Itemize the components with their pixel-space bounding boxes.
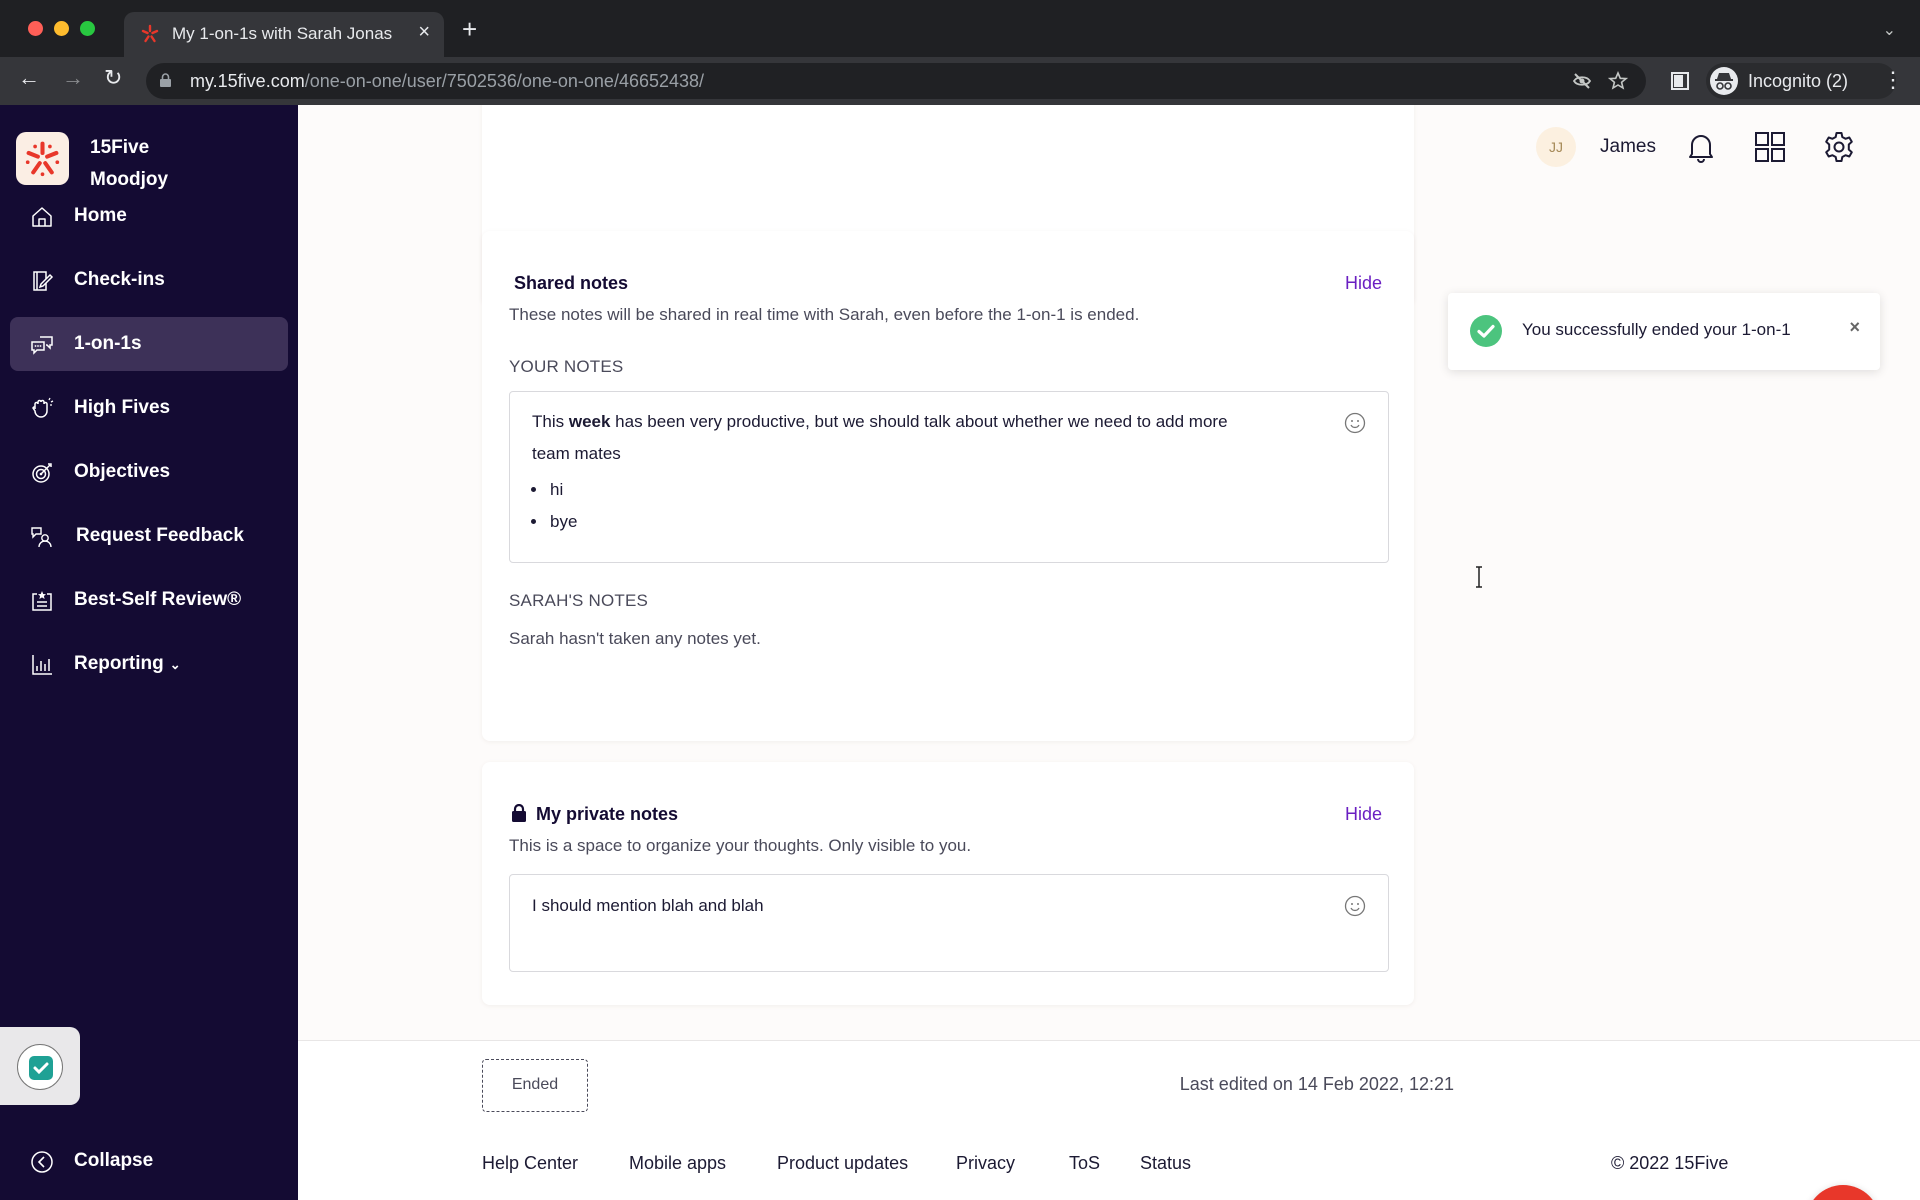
- tab-title: My 1-on-1s with Sarah Jonas: [172, 24, 393, 43]
- emoji-picker-icon[interactable]: [1344, 895, 1366, 917]
- chat-support-button[interactable]: [1806, 1185, 1880, 1200]
- lock-icon: [512, 804, 526, 822]
- shared-notes-title: Shared notes: [514, 273, 629, 293]
- footer-link-mobile-apps[interactable]: Mobile apps: [629, 1153, 726, 1174]
- settings-gear-icon[interactable]: [1822, 130, 1856, 164]
- window-maximize-button[interactable]: [80, 21, 95, 36]
- high-five-hand-icon: [32, 397, 54, 418]
- browser-toolbar: ← → ↻ my.15five.com/one-on-one/user/7502…: [0, 57, 1920, 105]
- sidebar-item-request-feedback[interactable]: Request Feedback: [10, 509, 288, 563]
- private-notes-editor[interactable]: I should mention blah and blah: [509, 874, 1389, 972]
- main-content: JJ James Shared notes Hide These notes w…: [298, 105, 1920, 1200]
- status-badge: Ended: [482, 1059, 588, 1112]
- tab-close-icon[interactable]: ×: [418, 21, 430, 44]
- sidebar-nav: Home Check-ins 1-on-1s High Fives Object…: [10, 189, 288, 701]
- browser-tab-bar: My 1-on-1s with Sarah Jonas × + ⌄: [0, 0, 1920, 57]
- feedback-person-icon: [31, 527, 52, 548]
- target-icon: [32, 463, 52, 483]
- browser-menu-icon[interactable]: ⋮: [1882, 67, 1904, 93]
- sidebar-item-home[interactable]: Home: [10, 189, 288, 243]
- sidebar-item-reporting[interactable]: Reporting ⌄: [10, 637, 288, 691]
- your-notes-label: YOUR NOTES: [509, 357, 624, 376]
- success-toast: You successfully ended your 1-on-1 ×: [1448, 293, 1880, 370]
- emoji-picker-icon[interactable]: [1344, 412, 1366, 434]
- private-notes-text: I should mention blah and blah: [532, 896, 764, 915]
- home-icon: [32, 207, 52, 227]
- sarahs-notes-empty-text: Sarah hasn't taken any notes yet.: [509, 629, 761, 648]
- address-bar[interactable]: my.15five.com/one-on-one/user/7502536/on…: [146, 63, 1646, 99]
- lock-icon: [160, 73, 171, 87]
- footer-link-status[interactable]: Status: [1140, 1153, 1191, 1174]
- side-panel-icon[interactable]: [1670, 71, 1690, 91]
- your-notes-text: This week has been very productive, but …: [532, 412, 1228, 463]
- private-notes-card: My private notes Hide This is a space to…: [482, 762, 1414, 1005]
- text-cursor-icon: [1476, 566, 1482, 588]
- sidebar-item-high-fives[interactable]: High Fives: [10, 381, 288, 435]
- success-check-icon: [1470, 315, 1502, 347]
- company-name: 15Five Moodjoy: [90, 137, 169, 190]
- footer-link-help-center[interactable]: Help Center: [482, 1153, 578, 1174]
- toast-message: You successfully ended your 1-on-1: [1522, 320, 1791, 339]
- url-text: my.15five.com/one-on-one/user/7502536/on…: [190, 71, 705, 91]
- sidebar-item-1-on-1s[interactable]: 1-on-1s: [10, 317, 288, 371]
- chevron-left-circle-icon: [31, 1151, 53, 1173]
- sidebar-item-objectives[interactable]: Objectives: [10, 445, 288, 499]
- sarahs-notes-label: SARAH'S NOTES: [509, 591, 649, 610]
- checklist-ring: [17, 1044, 63, 1090]
- floating-checklist-button[interactable]: [0, 1027, 80, 1105]
- footer-link-product-updates[interactable]: Product updates: [777, 1153, 908, 1174]
- window-close-button[interactable]: [28, 21, 43, 36]
- notifications-bell-icon[interactable]: [1684, 130, 1718, 164]
- your-notes-editor[interactable]: This week has been very productive, but …: [509, 391, 1389, 563]
- checkbox-checked-icon: [29, 1056, 53, 1080]
- list-item: bye: [548, 506, 577, 538]
- footer: Ended Last edited on 14 Feb 2022, 12:21 …: [298, 1040, 1920, 1200]
- back-arrow-icon[interactable]: ←: [18, 67, 40, 89]
- footer-link-privacy[interactable]: Privacy: [956, 1153, 1015, 1174]
- shared-notes-description: These notes will be shared in real time …: [509, 305, 1140, 324]
- user-avatar[interactable]: JJ: [1536, 127, 1576, 167]
- company-logo[interactable]: [16, 132, 69, 185]
- review-clipboard-icon: [32, 591, 52, 611]
- sidebar-item-check-ins[interactable]: Check-ins: [10, 253, 288, 307]
- browser-tab[interactable]: My 1-on-1s with Sarah Jonas ×: [124, 12, 444, 57]
- check-ins-icon: [33, 271, 54, 291]
- chevron-down-icon: ⌄: [169, 657, 181, 672]
- sidebar: 15Five Moodjoy Home Check-ins 1-on-1s Hi…: [0, 105, 298, 1200]
- private-notes-title: My private notes: [536, 804, 679, 824]
- forward-arrow-icon[interactable]: →: [62, 67, 84, 89]
- list-item: hi: [548, 474, 577, 506]
- bar-chart-icon: [32, 655, 52, 675]
- reload-icon[interactable]: ↻: [104, 67, 122, 89]
- copyright: © 2022 15Five: [1611, 1153, 1729, 1173]
- your-notes-bullet-list: hi bye: [548, 474, 577, 538]
- last-edited-timestamp: Last edited on 14 Feb 2022, 12:21: [1179, 1074, 1454, 1094]
- chat-bubbles-icon: [31, 336, 53, 355]
- new-tab-button[interactable]: +: [462, 16, 477, 42]
- apps-grid-icon[interactable]: [1753, 130, 1787, 164]
- 15five-logo-icon: [25, 141, 60, 177]
- tab-search-chevron-icon[interactable]: ⌄: [1883, 20, 1896, 40]
- shared-notes-card: Shared notes Hide These notes will be sh…: [482, 231, 1414, 741]
- hide-shared-notes-link[interactable]: Hide: [1345, 273, 1382, 294]
- sidebar-item-best-self-review[interactable]: Best-Self Review®: [10, 573, 288, 627]
- 15five-favicon-icon: [141, 24, 159, 43]
- footer-link-tos[interactable]: ToS: [1069, 1153, 1100, 1174]
- private-notes-description: This is a space to organize your thought…: [509, 836, 972, 855]
- chat-icon: [1806, 1185, 1880, 1200]
- incognito-profile-button[interactable]: Incognito (2): [1706, 63, 1896, 99]
- bookmark-star-icon[interactable]: [1608, 71, 1628, 91]
- user-name[interactable]: James: [1600, 136, 1656, 158]
- eye-slash-icon[interactable]: [1572, 71, 1592, 91]
- incognito-icon: [1710, 67, 1738, 95]
- toast-close-icon[interactable]: ×: [1849, 317, 1860, 338]
- window-minimize-button[interactable]: [54, 21, 69, 36]
- hide-private-notes-link[interactable]: Hide: [1345, 804, 1382, 825]
